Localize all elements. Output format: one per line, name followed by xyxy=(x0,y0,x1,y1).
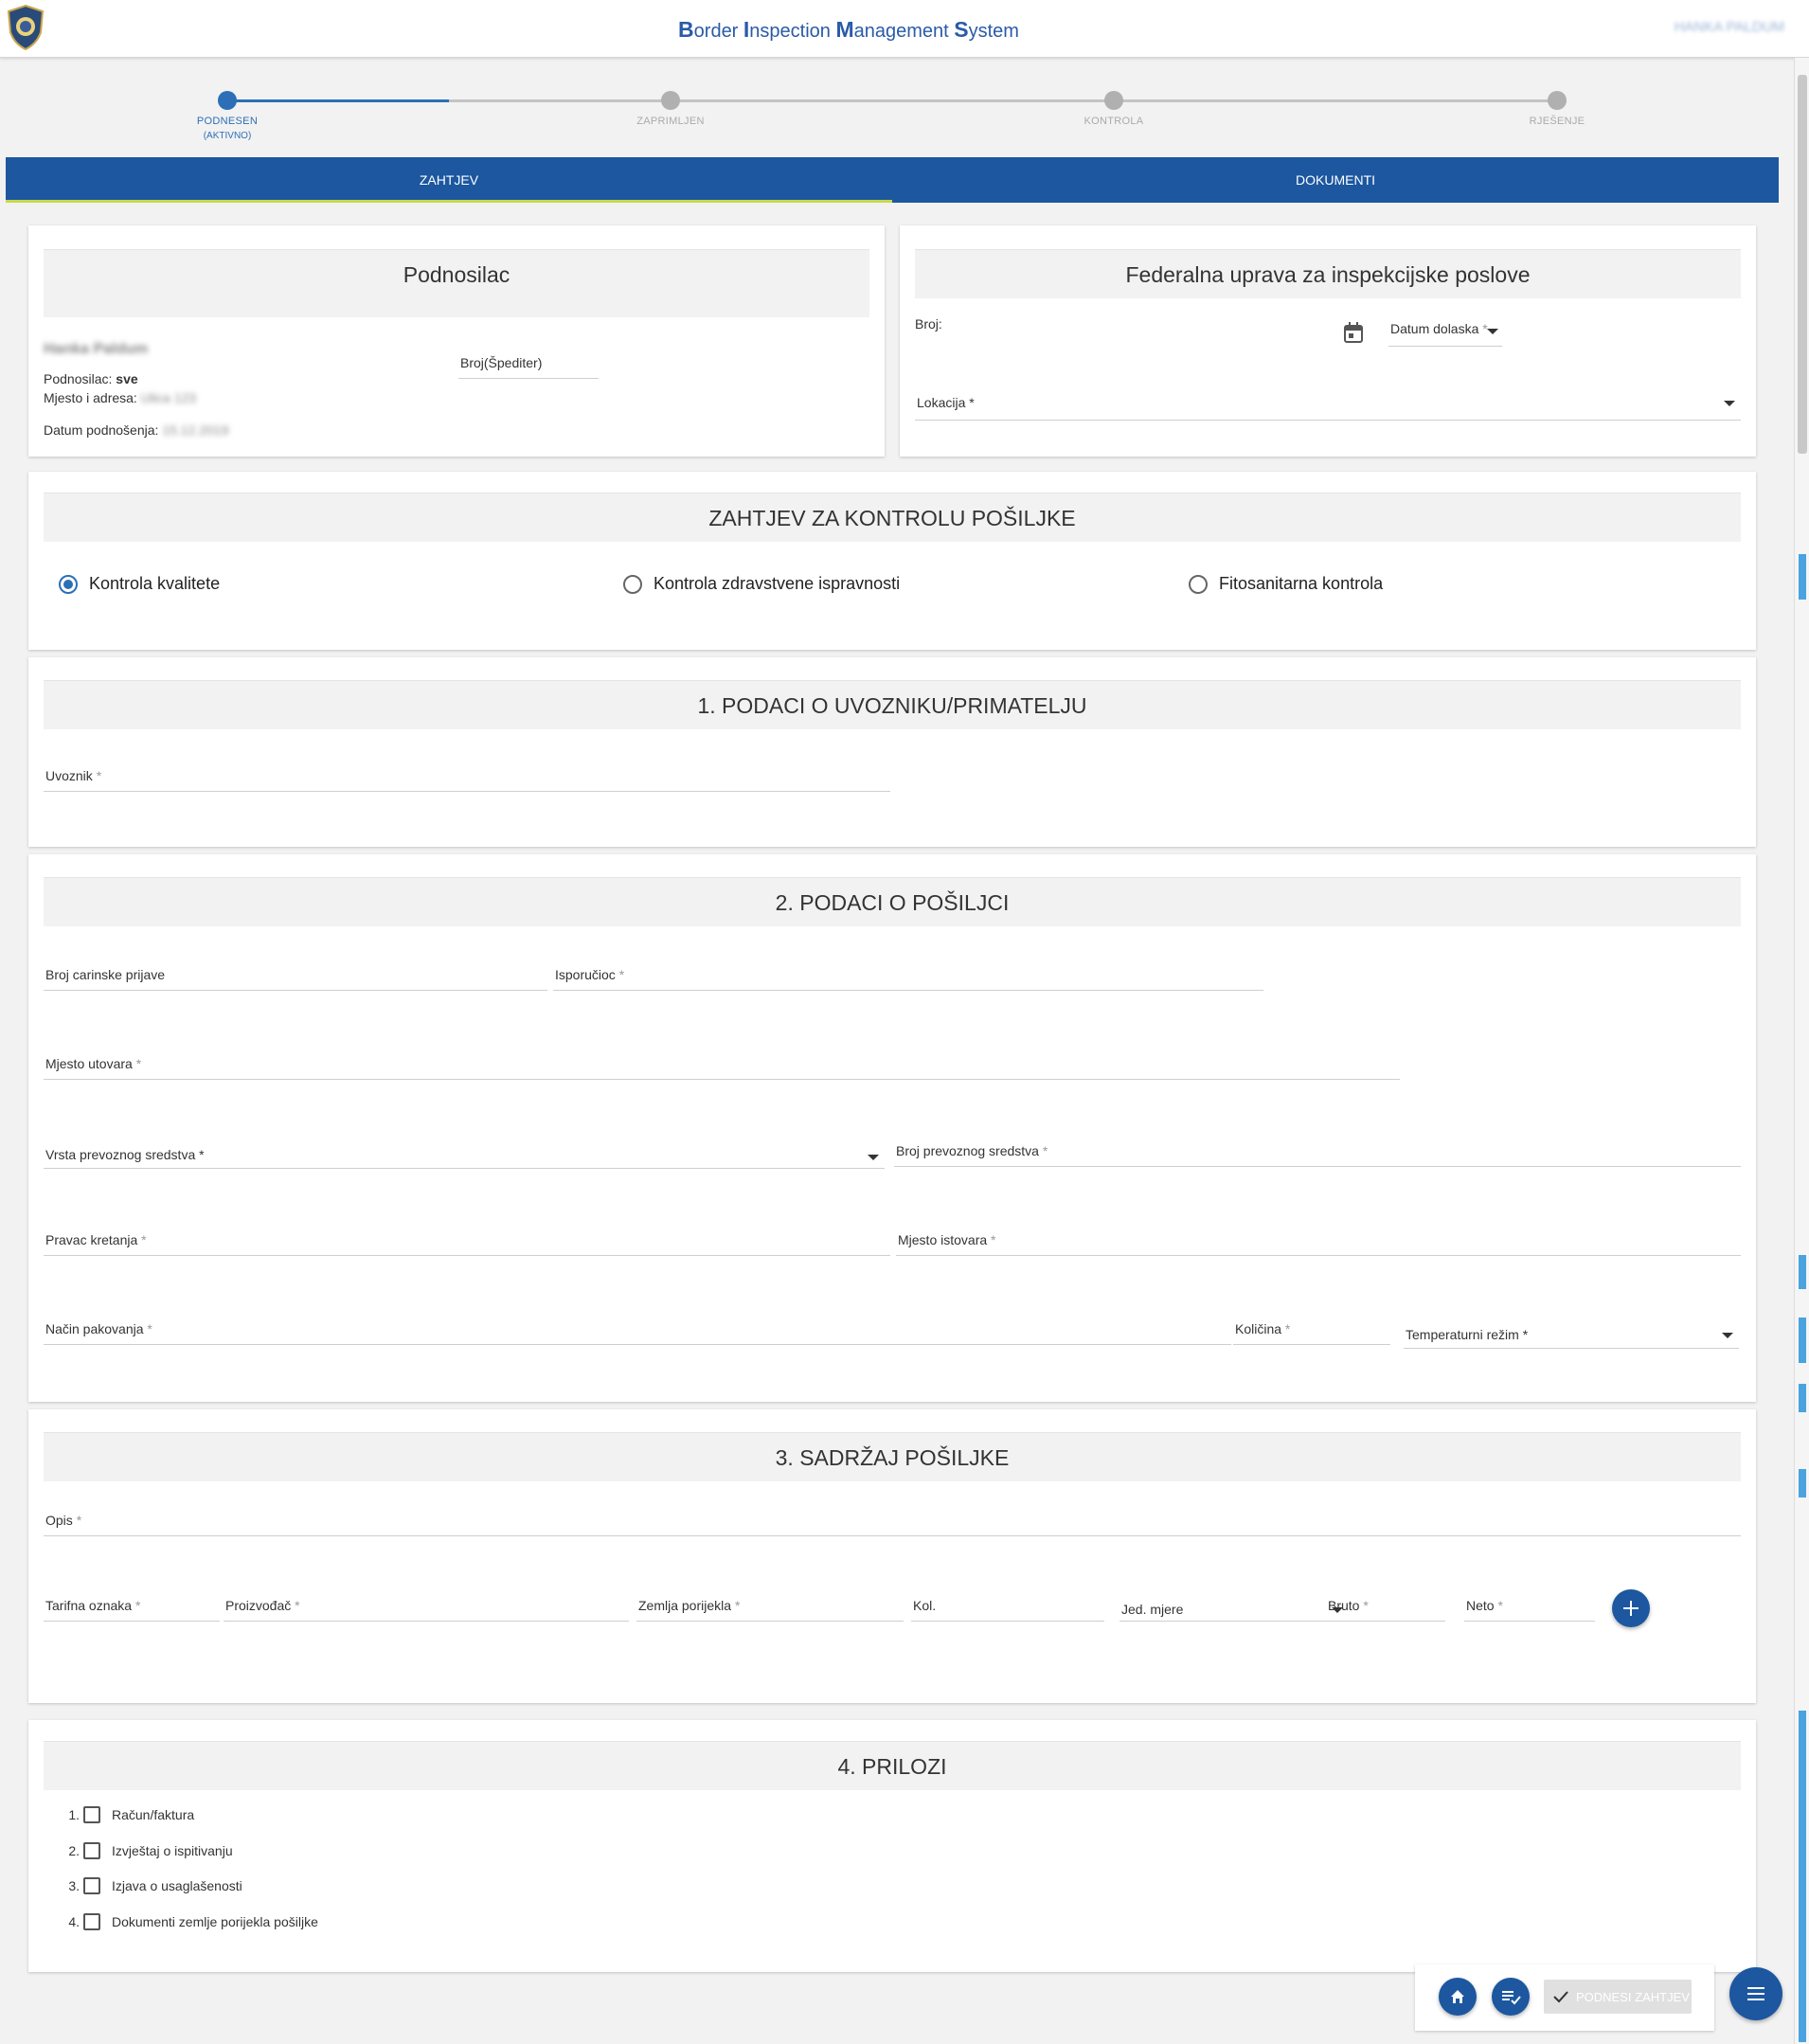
bruto-field[interactable]: Bruto * xyxy=(1326,1584,1445,1622)
checkbox[interactable] xyxy=(83,1877,100,1894)
tab-bar: ZAHTJEV DOKUMENTI xyxy=(6,157,1779,203)
menu-icon xyxy=(1747,1987,1764,2000)
uprava-title: Federalna uprava za inspekcijske poslove xyxy=(915,249,1741,298)
broj-prevoznog-field[interactable]: Broj prevoznog sredstva * xyxy=(894,1133,1741,1167)
kolicina-field[interactable]: Količina * xyxy=(1233,1311,1390,1345)
home-icon xyxy=(1451,1990,1464,2003)
broj-carinske-prijave-field[interactable]: Broj carinske prijave xyxy=(44,957,547,991)
pravac-kretanja-field[interactable]: Pravac kretanja * xyxy=(44,1222,890,1256)
tab-zahtjev[interactable]: ZAHTJEV xyxy=(6,157,892,203)
radio-kontrola-kvalitete[interactable]: Kontrola kvalitete xyxy=(59,574,220,594)
kontrola-card: ZAHTJEV ZA KONTROLU POŠILJKE Kontrola kv… xyxy=(28,472,1756,650)
uvoznik-field[interactable]: Uvoznik * xyxy=(44,752,890,792)
sadrzaj-card: 3. SADRŽAJ POŠILJKE Opis * Tarifna oznak… xyxy=(28,1409,1756,1703)
prilozi-title: 4. PRILOZI xyxy=(44,1741,1741,1790)
step-kontrola: KONTROLA xyxy=(1029,91,1199,127)
temperaturni-rezim-select[interactable]: Temperaturni režim * xyxy=(1404,1311,1739,1349)
checklist-button[interactable] xyxy=(1492,1978,1530,2016)
submit-request-button[interactable]: PODNESI ZAHTJEV xyxy=(1544,1980,1692,2014)
lokacija-select[interactable]: Lokacija * xyxy=(915,379,1741,421)
tarifna-oznaka-field[interactable]: Tarifna oznaka * xyxy=(44,1584,220,1622)
home-button[interactable] xyxy=(1439,1978,1477,2016)
datum-dolaska-field[interactable]: Datum dolaska * xyxy=(1388,313,1502,347)
nacin-pakovanja-field[interactable]: Način pakovanja * xyxy=(44,1311,1231,1345)
calendar-icon[interactable] xyxy=(1344,322,1363,343)
opis-field[interactable]: Opis * xyxy=(44,1497,1741,1536)
checklist-icon xyxy=(1502,1991,1521,2005)
menu-button[interactable] xyxy=(1729,1967,1782,2020)
uprava-card: Federalna uprava za inspekcijske poslove… xyxy=(900,225,1756,457)
isporucioc-field[interactable]: Isporučioc * xyxy=(553,957,1263,991)
attachment-dokumenti[interactable]: 4. Dokumenti zemlje porijekla pošiljke xyxy=(64,1913,318,1930)
action-bar: PODNESI ZAHTJEV xyxy=(1415,1964,1714,2031)
applicant-address: Mjesto i adresa: Ulica 123 xyxy=(44,390,197,405)
proizvodjac-field[interactable]: Proizvođač * xyxy=(224,1584,629,1622)
kontrola-title: ZAHTJEV ZA KONTROLU POŠILJKE xyxy=(44,493,1741,542)
posiljka-title: 2. PODACI O POŠILJCI xyxy=(44,877,1741,926)
broj-label: Broj: xyxy=(915,316,942,332)
step-zaprimljen: ZAPRIMLJEN xyxy=(585,91,756,127)
check-icon xyxy=(1553,1991,1568,2003)
prilozi-card: 4. PRILOZI xyxy=(28,1720,1756,1972)
applicant-name: Hanka Paldum xyxy=(44,341,149,357)
scrollbar-thumb[interactable] xyxy=(1798,75,1807,454)
checkbox[interactable] xyxy=(83,1913,100,1930)
radio-kontrola-zdravstvene[interactable]: Kontrola zdravstvene ispravnosti xyxy=(623,574,900,594)
sadrzaj-title: 3. SADRŽAJ POŠILJKE xyxy=(44,1432,1741,1481)
podnosilac-title: Podnosilac xyxy=(44,249,869,317)
plus-icon xyxy=(1623,1601,1639,1616)
attachment-izvjestaj[interactable]: 2. Izvještaj o ispitivanju xyxy=(64,1842,233,1859)
jed-mjere-select[interactable]: Jed. mjere xyxy=(1119,1584,1349,1622)
spediter-number-field[interactable]: Broj(Špediter) xyxy=(458,341,599,379)
mjesto-istovara-field[interactable]: Mjesto istovara * xyxy=(896,1222,1741,1256)
submission-date: Datum podnošenja: 15.12.2019 xyxy=(44,422,229,438)
applicant-type: Podnosilac: sve xyxy=(44,371,138,386)
add-item-button[interactable] xyxy=(1612,1589,1650,1627)
podnosilac-card: Podnosilac Hanka Paldum Podnosilac: sve … xyxy=(28,225,885,457)
step-rjesenje: RJEŠENJE xyxy=(1472,91,1642,127)
checkbox[interactable] xyxy=(83,1842,100,1859)
attachment-racun[interactable]: 1. Račun/faktura xyxy=(64,1806,194,1823)
attachment-izjava[interactable]: 3. Izjava o usaglašenosti xyxy=(64,1877,242,1894)
vrsta-prevoznog-select[interactable]: Vrsta prevoznog sredstva * xyxy=(44,1133,885,1169)
uvoznik-title: 1. PODACI O UVOZNIKU/PRIMATELJU xyxy=(44,680,1741,729)
app-title: Border Inspection Management System xyxy=(678,17,1019,42)
mjesto-utovara-field[interactable]: Mjesto utovara * xyxy=(44,1046,1400,1080)
step-podnesen: PODNESEN (AKTIVNO) xyxy=(142,91,313,141)
zemlja-porijekla-field[interactable]: Zemlja porijekla * xyxy=(636,1584,904,1622)
checkbox[interactable] xyxy=(83,1806,100,1823)
user-menu[interactable]: HANKA PALDUM xyxy=(1675,19,1784,35)
neto-field[interactable]: Neto * xyxy=(1464,1584,1595,1622)
tab-dokumenti[interactable]: DOKUMENTI xyxy=(892,157,1779,203)
radio-fitosanitarna[interactable]: Fitosanitarna kontrola xyxy=(1189,574,1383,594)
page-scrollbar[interactable] xyxy=(1794,58,1809,2044)
posiljka-card: 2. PODACI O POŠILJCI Broj carinske prija… xyxy=(28,854,1756,1402)
uvoznik-card: 1. PODACI O UVOZNIKU/PRIMATELJU Uvoznik … xyxy=(28,657,1756,847)
kol-field[interactable]: Kol. xyxy=(911,1584,1104,1622)
top-bar: Border Inspection Management System HANK… xyxy=(0,0,1809,58)
